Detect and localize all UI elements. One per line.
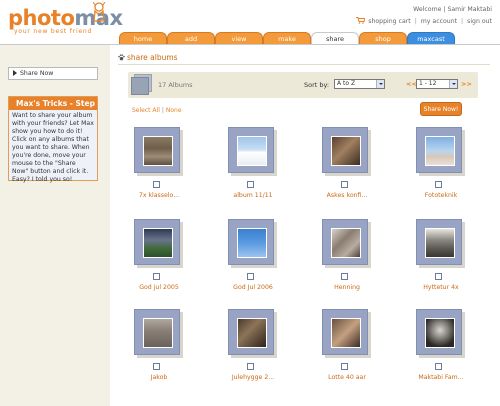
album-photo bbox=[143, 318, 173, 348]
arrow-right-icon bbox=[13, 70, 17, 76]
my-account-link[interactable]: my account bbox=[421, 18, 457, 25]
album-checkbox[interactable] bbox=[153, 363, 160, 370]
album-card[interactable]: 7x klasselo... bbox=[128, 127, 190, 199]
header: photomax your new best friend Welcome | … bbox=[0, 0, 500, 46]
selection-links: Select All | None bbox=[132, 107, 182, 114]
album-card[interactable]: Julehygge 2... bbox=[222, 309, 284, 381]
album-checkbox[interactable] bbox=[435, 363, 442, 370]
album-thumbnail[interactable] bbox=[228, 309, 274, 355]
album-photo bbox=[425, 228, 455, 258]
paw-icon bbox=[118, 54, 125, 61]
album-thumbnail[interactable] bbox=[134, 309, 180, 355]
album-checkbox[interactable] bbox=[153, 181, 160, 188]
album-name[interactable]: Henning bbox=[316, 284, 378, 291]
album-checkbox[interactable] bbox=[435, 273, 442, 280]
share-now-sidebar-button[interactable]: Share Now bbox=[8, 67, 98, 80]
sort-label: Sort by: bbox=[304, 81, 330, 89]
dog-mascot-icon bbox=[92, 2, 106, 22]
album-thumbnail[interactable] bbox=[322, 127, 368, 173]
share-now-button[interactable]: Share Now! bbox=[420, 102, 462, 116]
album-thumbnail[interactable] bbox=[228, 127, 274, 173]
album-name[interactable]: God jul 2005 bbox=[128, 284, 190, 291]
album-photo bbox=[425, 318, 455, 348]
sign-out-link[interactable]: sign out bbox=[467, 18, 492, 25]
album-card[interactable]: Askes konfi... bbox=[316, 127, 378, 199]
share-now-label: Share Now bbox=[20, 70, 54, 77]
album-checkbox[interactable] bbox=[341, 273, 348, 280]
album-name[interactable]: Julehygge 2... bbox=[222, 374, 284, 381]
album-checkbox[interactable] bbox=[247, 363, 254, 370]
album-name[interactable]: album 11/11 bbox=[222, 192, 284, 199]
album-name[interactable]: Fototeknik bbox=[410, 192, 472, 199]
album-card[interactable]: album 11/11 bbox=[222, 127, 284, 199]
album-thumbnail[interactable] bbox=[416, 127, 462, 173]
page-title: share albums bbox=[118, 53, 178, 62]
album-card[interactable]: Lotte 40 aar bbox=[316, 309, 378, 381]
chevron-down-icon bbox=[376, 80, 384, 88]
album-checkbox[interactable] bbox=[247, 273, 254, 280]
album-photo bbox=[425, 136, 455, 166]
album-name[interactable]: Maktabi Fam... bbox=[410, 374, 472, 381]
next-page-button[interactable]: >> bbox=[461, 80, 472, 88]
page-select[interactable]: 1 - 12 bbox=[416, 79, 458, 89]
title-divider bbox=[118, 64, 490, 65]
album-thumbnail[interactable] bbox=[322, 309, 368, 355]
chevron-down-icon bbox=[449, 80, 457, 88]
album-name[interactable]: Jakob bbox=[128, 374, 190, 381]
select-all-link[interactable]: Select All bbox=[132, 107, 160, 114]
max-tricks-panel: Max's Tricks - Step 1 Want to share your… bbox=[8, 96, 98, 183]
album-card[interactable]: Henning bbox=[316, 219, 378, 291]
album-checkbox[interactable] bbox=[153, 273, 160, 280]
tricks-title: Max's Tricks - Step 1 bbox=[9, 97, 97, 121]
album-checkbox[interactable] bbox=[435, 181, 442, 188]
album-thumbnail[interactable] bbox=[228, 219, 274, 265]
album-card[interactable]: God Jul 2006 bbox=[222, 219, 284, 291]
tricks-body: Want to share your album with your frien… bbox=[12, 112, 94, 183]
logo-part1: photo bbox=[8, 6, 75, 30]
album-checkbox[interactable] bbox=[341, 181, 348, 188]
shopping-cart-link[interactable]: shopping cart bbox=[368, 18, 411, 25]
album-thumbnail[interactable] bbox=[416, 219, 462, 265]
main-panel: share albums 17 Albums Sort by: A to Z <… bbox=[110, 45, 500, 406]
album-photo bbox=[237, 228, 267, 258]
album-photo bbox=[331, 228, 361, 258]
album-card[interactable]: Maktabi Fam... bbox=[410, 309, 472, 381]
album-photo bbox=[331, 136, 361, 166]
album-card[interactable]: Fototeknik bbox=[410, 127, 472, 199]
album-toolbar: 17 Albums Sort by: A to Z << 1 - 12 >> bbox=[128, 72, 478, 98]
album-name[interactable]: Hyttetur 4x bbox=[410, 284, 472, 291]
sort-select[interactable]: A to Z bbox=[334, 79, 385, 89]
album-photo bbox=[237, 318, 267, 348]
album-thumbnail[interactable] bbox=[134, 127, 180, 173]
album-photo bbox=[237, 136, 267, 166]
album-thumbnail[interactable] bbox=[134, 219, 180, 265]
album-photo bbox=[331, 318, 361, 348]
album-photo bbox=[143, 136, 173, 166]
albums-stack-icon bbox=[131, 74, 153, 96]
album-photo bbox=[143, 228, 173, 258]
album-thumbnail[interactable] bbox=[322, 219, 368, 265]
album-name[interactable]: Askes konfi... bbox=[316, 192, 378, 199]
album-thumbnail[interactable] bbox=[416, 309, 462, 355]
album-card[interactable]: Hyttetur 4x bbox=[410, 219, 472, 291]
album-checkbox[interactable] bbox=[247, 181, 254, 188]
shopping-cart-icon bbox=[356, 17, 366, 24]
album-name[interactable]: 7x klasselo... bbox=[128, 192, 190, 199]
album-name[interactable]: Lotte 40 aar bbox=[316, 374, 378, 381]
select-none-link[interactable]: None bbox=[166, 107, 182, 114]
album-card[interactable]: Jakob bbox=[128, 309, 190, 381]
album-card[interactable]: God jul 2005 bbox=[128, 219, 190, 291]
welcome-text: Welcome | Samir Maktabi bbox=[413, 6, 492, 13]
album-count: 17 Albums bbox=[158, 81, 193, 89]
album-checkbox[interactable] bbox=[341, 363, 348, 370]
album-name[interactable]: God Jul 2006 bbox=[222, 284, 284, 291]
user-area: Welcome | Samir Maktabi shopping cart | … bbox=[356, 6, 492, 25]
